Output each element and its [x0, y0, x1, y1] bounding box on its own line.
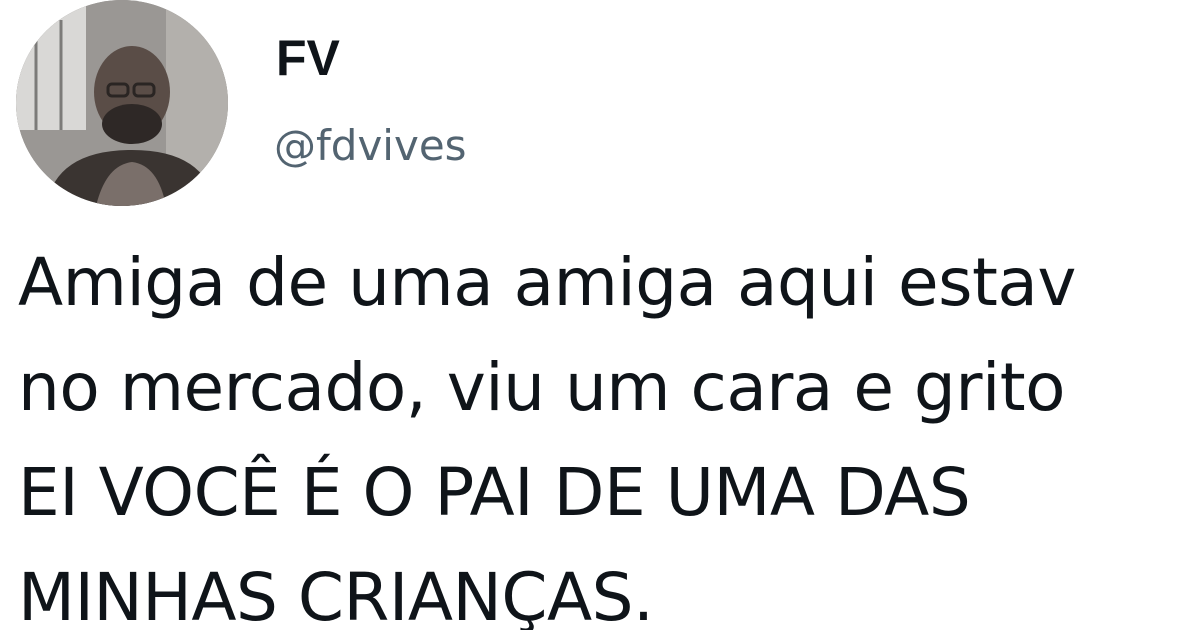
profile-photo-icon — [16, 0, 228, 206]
tweet-text-line: MINHAS CRIANÇAS. — [18, 559, 654, 630]
avatar[interactable] — [16, 0, 228, 206]
tweet-text-line: Amiga de uma amiga aqui estav — [18, 244, 1076, 321]
tweet-card: FV @fdvives Amiga de uma amiga aqui esta… — [0, 0, 1200, 630]
author-display-name[interactable]: FV — [276, 28, 340, 88]
tweet-text-line: EI VOCÊ É O PAI DE UMA DAS — [18, 454, 971, 531]
author-handle[interactable]: @fdvives — [274, 118, 467, 174]
tweet-text-line: no mercado, viu um cara e grito — [18, 349, 1066, 426]
tweet-text: Amiga de uma amiga aqui estav no mercado… — [18, 230, 1200, 630]
